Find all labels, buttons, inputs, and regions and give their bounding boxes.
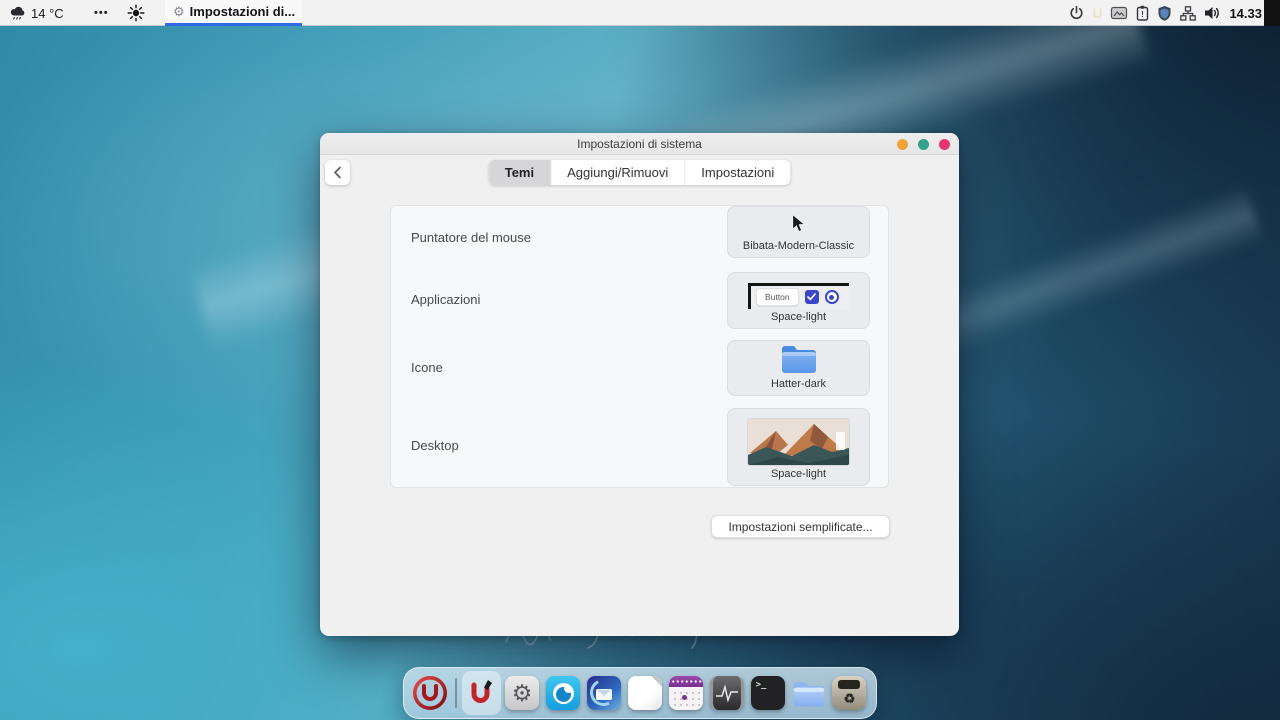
setting-label: Applicazioni (411, 292, 480, 307)
dock-trash[interactable]: ♻ (830, 671, 869, 715)
application-theme-card[interactable]: Button Space-light (727, 272, 870, 329)
close-button[interactable] (939, 139, 950, 150)
theme-name: Hatter-dark (771, 378, 826, 395)
dock-app-launcher[interactable] (411, 671, 450, 715)
theme-name: Bibata-Modern-Classic (743, 240, 854, 257)
weather-temp: 14 °C (31, 6, 64, 21)
dock-file-manager[interactable] (789, 671, 828, 715)
icon-theme-card[interactable]: Hatter-dark (727, 340, 870, 396)
dock-terminal[interactable]: >_ (748, 671, 787, 715)
clock[interactable]: 14.33 (1229, 6, 1262, 21)
system-tray: U ! (1069, 0, 1262, 26)
preview-radio (825, 290, 839, 304)
tab-aggiungi-rimuovi[interactable]: Aggiungi/Rimuovi (551, 160, 685, 185)
back-button[interactable] (325, 160, 350, 185)
power-icon[interactable] (1069, 5, 1084, 21)
taskbar-active-window[interactable]: ⚙ Impostazioni di... (165, 0, 302, 26)
recycle-icon: ♻ (844, 691, 856, 710)
theme-name: Space-light (771, 468, 826, 485)
files-folder-icon (791, 678, 827, 709)
browser-icon (546, 676, 580, 710)
rain-cloud-icon (9, 5, 26, 21)
simplified-settings-button[interactable]: Impostazioni semplificate... (711, 515, 890, 538)
volume-icon[interactable] (1204, 6, 1221, 20)
settings-window: Impostazioni di sistema Temi Aggiungi/Ri… (320, 133, 959, 636)
dock-system-monitor[interactable] (707, 671, 746, 715)
check-icon (807, 293, 816, 301)
desktop-wallpaper-card[interactable]: Space-light (727, 408, 870, 486)
dock-calendar[interactable] (666, 671, 705, 715)
preview-button: Button (756, 288, 799, 306)
document-icon (628, 676, 662, 710)
wallpaper-thumbnail (748, 419, 849, 465)
ubuntu-logo-icon[interactable]: U (1092, 5, 1102, 21)
theme-settings-panel: Puntatore del mouse Bibata-Modern-Classi… (390, 205, 889, 488)
tab-bar: Temi Aggiungi/Rimuovi Impostazioni (489, 160, 791, 185)
dock-system-settings[interactable]: ⚙ (503, 671, 542, 715)
active-window-title: Impostazioni di... (190, 4, 295, 19)
dock-separator (452, 671, 460, 715)
window-title: Impostazioni di sistema (320, 133, 959, 155)
settings-gear-icon: ⚙ (505, 676, 539, 710)
desktop: 14 °C ••• ⚙ Impostazioni di... U (0, 0, 1280, 720)
dock: ⚙ (403, 667, 877, 719)
trash-icon: ♻ (832, 676, 866, 710)
chevron-left-icon (333, 166, 342, 179)
svg-text:!: ! (1142, 10, 1145, 19)
clipboard-icon[interactable]: ! (1136, 5, 1149, 21)
folder-icon (779, 343, 819, 376)
menubar-overflow-button[interactable]: ••• (94, 0, 109, 26)
cursor-arrow-icon (791, 214, 806, 233)
settings-gear-icon: ⚙ (173, 4, 185, 20)
overflow-dots-icon: ••• (94, 7, 109, 19)
dock-mail-client[interactable] (584, 671, 623, 715)
text-editor-icon (466, 678, 496, 708)
preview-checkbox (805, 290, 819, 304)
weather-indicator[interactable]: 14 °C (9, 0, 64, 26)
menubar-right-edge (1264, 0, 1280, 26)
terminal-icon: >_ (751, 676, 785, 710)
screenshot-icon[interactable] (1110, 6, 1128, 20)
system-monitor-icon (710, 676, 744, 710)
tab-temi[interactable]: Temi (489, 160, 551, 185)
network-icon[interactable] (1180, 6, 1196, 21)
setting-label: Puntatore del mouse (411, 230, 531, 245)
setting-label: Icone (411, 360, 443, 375)
tab-impostazioni[interactable]: Impostazioni (685, 160, 790, 185)
mail-icon (587, 676, 621, 710)
maximize-button[interactable] (918, 139, 929, 150)
shield-icon[interactable] (1157, 5, 1172, 21)
theme-name: Space-light (771, 311, 826, 328)
brightness-button[interactable] (127, 0, 145, 26)
window-titlebar[interactable]: Impostazioni di sistema (320, 133, 959, 155)
setting-label: Desktop (411, 438, 459, 453)
dock-text-editor[interactable] (462, 671, 501, 715)
brightness-icon (127, 4, 145, 22)
menubar: 14 °C ••• ⚙ Impostazioni di... U (0, 0, 1280, 26)
dock-web-browser[interactable] (544, 671, 583, 715)
mouse-pointer-theme-card[interactable]: Bibata-Modern-Classic (727, 206, 870, 258)
launcher-icon (412, 675, 448, 711)
dock-document-viewer[interactable] (625, 671, 664, 715)
minimize-button[interactable] (897, 139, 908, 150)
calendar-icon (669, 676, 703, 710)
window-controls (897, 139, 950, 150)
widget-preview: Button (748, 283, 849, 309)
